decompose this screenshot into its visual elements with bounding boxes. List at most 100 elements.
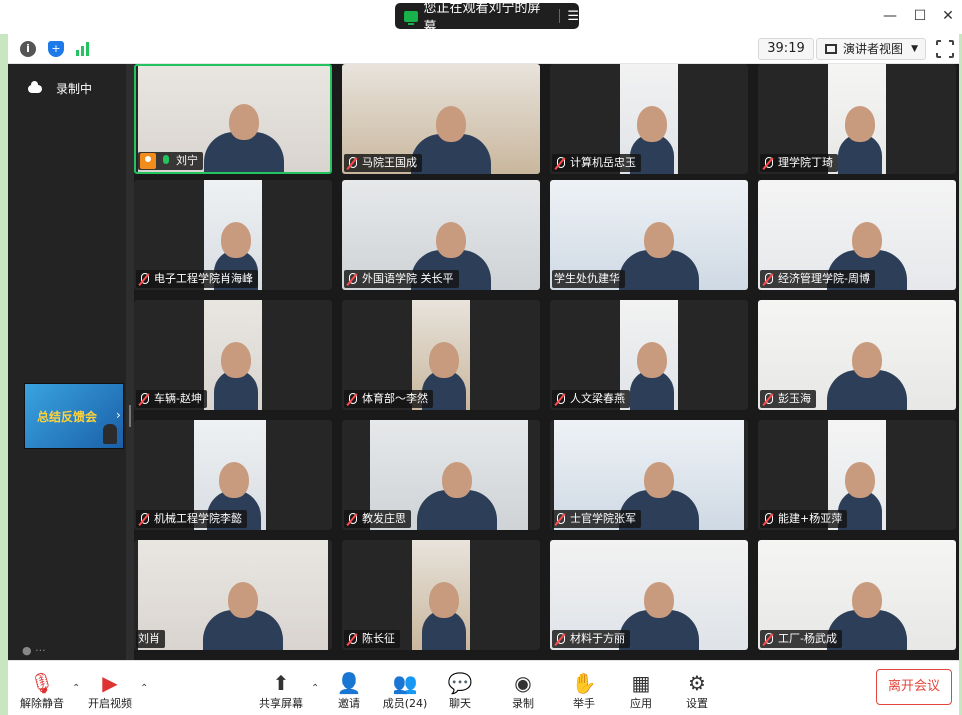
participant-tile[interactable]: 刘宁 <box>134 64 332 174</box>
participant-name: 士官学院张军 <box>570 512 636 525</box>
members-icon: 👥 <box>392 671 418 695</box>
participant-tile[interactable]: 陈长征 <box>342 540 540 650</box>
invite-button[interactable]: 👤 邀请 <box>319 671 379 711</box>
participant-name: 教发庄思 <box>362 512 406 525</box>
members-button[interactable]: 👥 成员(24) <box>375 671 435 711</box>
apps-button[interactable]: ▦ 应用 <box>611 671 671 711</box>
participant-head <box>844 106 875 142</box>
participant-name: 学生处仇建华 <box>554 272 620 285</box>
minimize-icon[interactable]: — <box>880 8 900 24</box>
fullscreen-icon[interactable] <box>935 39 955 59</box>
participant-head <box>636 342 667 378</box>
hand-icon: ✋ <box>571 671 597 695</box>
share-screen-icon: ⬆ <box>272 671 290 695</box>
chevron-right-icon[interactable]: › <box>116 408 121 422</box>
view-mode-dropdown[interactable]: 演讲者视图 ▼ <box>816 38 926 60</box>
participant-tile[interactable]: 计算机岳忠玉 <box>550 64 748 174</box>
participant-head <box>643 222 674 258</box>
participant-name-label: 外国语学院 关长平 <box>344 270 459 288</box>
participant-name-label: 材料于方丽 <box>552 630 630 648</box>
participant-tile[interactable]: 材料于方丽 <box>550 540 748 650</box>
participant-tile[interactable]: 经济管理学院-周博 <box>758 180 956 290</box>
participant-name: 理学院丁琦 <box>778 156 833 169</box>
participant-tile[interactable]: 学生处仇建华 <box>550 180 748 290</box>
chat-label: 聊天 <box>449 697 471 710</box>
participant-tile[interactable]: 彭玉海 <box>758 300 956 410</box>
signal-icon[interactable] <box>76 42 92 56</box>
unmute-button[interactable]: 🎙 解除静音 <box>12 671 72 711</box>
mic-muted-icon <box>346 512 358 526</box>
gear-icon: ⚙ <box>688 671 706 695</box>
raise-hand-label: 举手 <box>573 697 595 710</box>
participant-name: 体育部～李然 <box>362 392 428 405</box>
participant-name-label: 计算机岳忠玉 <box>552 154 641 172</box>
settings-button[interactable]: ⚙ 设置 <box>667 671 727 711</box>
participant-tile[interactable]: 教发庄思 <box>342 420 540 530</box>
start-video-button[interactable]: ▶ 开启视频 <box>80 671 140 711</box>
meeting-toolbar: i + 39:19 演讲者视图 ▼ <box>8 34 959 64</box>
participant-name-label: 能建+杨亚萍 <box>760 510 848 528</box>
shared-screen-sidebar: 录制中 总结反馈会 › ● ··· <box>8 64 126 660</box>
leave-meeting-button[interactable]: 离开会议 <box>876 669 952 705</box>
screen-share-banner[interactable]: 您正在观看刘宁的屏幕 ☰ <box>395 1 579 35</box>
participant-tile[interactable]: 车辆-赵坤 <box>134 300 332 410</box>
close-icon[interactable]: ✕ <box>938 8 958 24</box>
participant-name-label: 电子工程学院肖海峰 <box>136 270 258 288</box>
view-mode-label: 演讲者视图 <box>843 42 904 56</box>
participant-name-label: 士官学院张军 <box>552 510 641 528</box>
participant-name-label: 车辆-赵坤 <box>136 390 207 408</box>
record-button[interactable]: ◉ 录制 <box>493 671 553 711</box>
participant-head <box>228 104 259 140</box>
start-video-label: 开启视频 <box>88 697 132 710</box>
cloud-icon <box>28 80 42 93</box>
panel-resize-handle[interactable] <box>126 64 134 660</box>
chat-button[interactable]: 💬 聊天 <box>430 671 490 711</box>
unmute-label: 解除静音 <box>20 697 64 710</box>
info-icon[interactable]: i <box>20 41 36 57</box>
participant-tile[interactable]: 理学院丁琦 <box>758 64 956 174</box>
participant-head <box>441 462 472 498</box>
participant-tile[interactable]: 能建+杨亚萍 <box>758 420 956 530</box>
mic-off-icon: 🎙 <box>29 671 55 695</box>
recording-label: 录制中 <box>56 82 93 96</box>
participant-tile[interactable]: 工厂-杨武成 <box>758 540 956 650</box>
share-banner-text: 您正在观看刘宁的屏幕 <box>423 1 541 35</box>
participant-tile[interactable]: 人文梁春燕 <box>550 300 748 410</box>
participant-name-label: 彭玉海 <box>760 390 816 408</box>
participant-name: 工厂-杨武成 <box>778 632 837 645</box>
participant-name-label: 教发庄思 <box>344 510 411 528</box>
mic-muted-icon <box>762 392 774 406</box>
share-screen-button[interactable]: ⬆ 共享屏幕 <box>251 671 311 711</box>
participant-tile[interactable]: 马院王国成 <box>342 64 540 174</box>
mic-muted-icon <box>346 392 358 406</box>
participant-head <box>227 582 258 618</box>
participant-head <box>220 342 251 378</box>
raise-hand-button[interactable]: ✋ 举手 <box>554 671 614 711</box>
participant-head <box>218 462 249 498</box>
chevron-up-icon[interactable]: ⌃ <box>140 683 148 694</box>
participant-name: 人文梁春燕 <box>570 392 625 405</box>
shield-icon[interactable]: + <box>48 41 64 57</box>
mic-muted-icon <box>554 392 566 406</box>
list-icon[interactable]: ☰ <box>567 9 579 24</box>
mic-muted-icon <box>138 512 150 526</box>
chat-icon: 💬 <box>447 671 473 695</box>
participant-tile[interactable]: 电子工程学院肖海峰 <box>134 180 332 290</box>
participant-head <box>220 222 251 258</box>
mic-muted-icon <box>346 156 358 170</box>
shared-screen-thumbnail[interactable]: 总结反馈会 <box>24 383 124 449</box>
mic-muted-icon <box>762 272 774 286</box>
mic-muted-icon <box>554 512 566 526</box>
participant-tile[interactable]: 外国语学院 关长平 <box>342 180 540 290</box>
maximize-icon[interactable]: ☐ <box>910 8 930 24</box>
host-avatar-icon <box>140 153 156 169</box>
participant-tile[interactable]: 机械工程学院李懿 <box>134 420 332 530</box>
participant-tile[interactable]: 士官学院张军 <box>550 420 748 530</box>
speaker-view-icon <box>825 44 837 54</box>
sidebar-faded-text: ● ··· <box>22 644 46 657</box>
participant-name-label: 学生处仇建华 <box>552 270 625 288</box>
participant-tile[interactable]: 体育部～李然 <box>342 300 540 410</box>
mic-muted-icon <box>138 272 150 286</box>
participant-tile[interactable]: 刘肖 <box>134 540 332 650</box>
participant-head <box>435 222 466 258</box>
